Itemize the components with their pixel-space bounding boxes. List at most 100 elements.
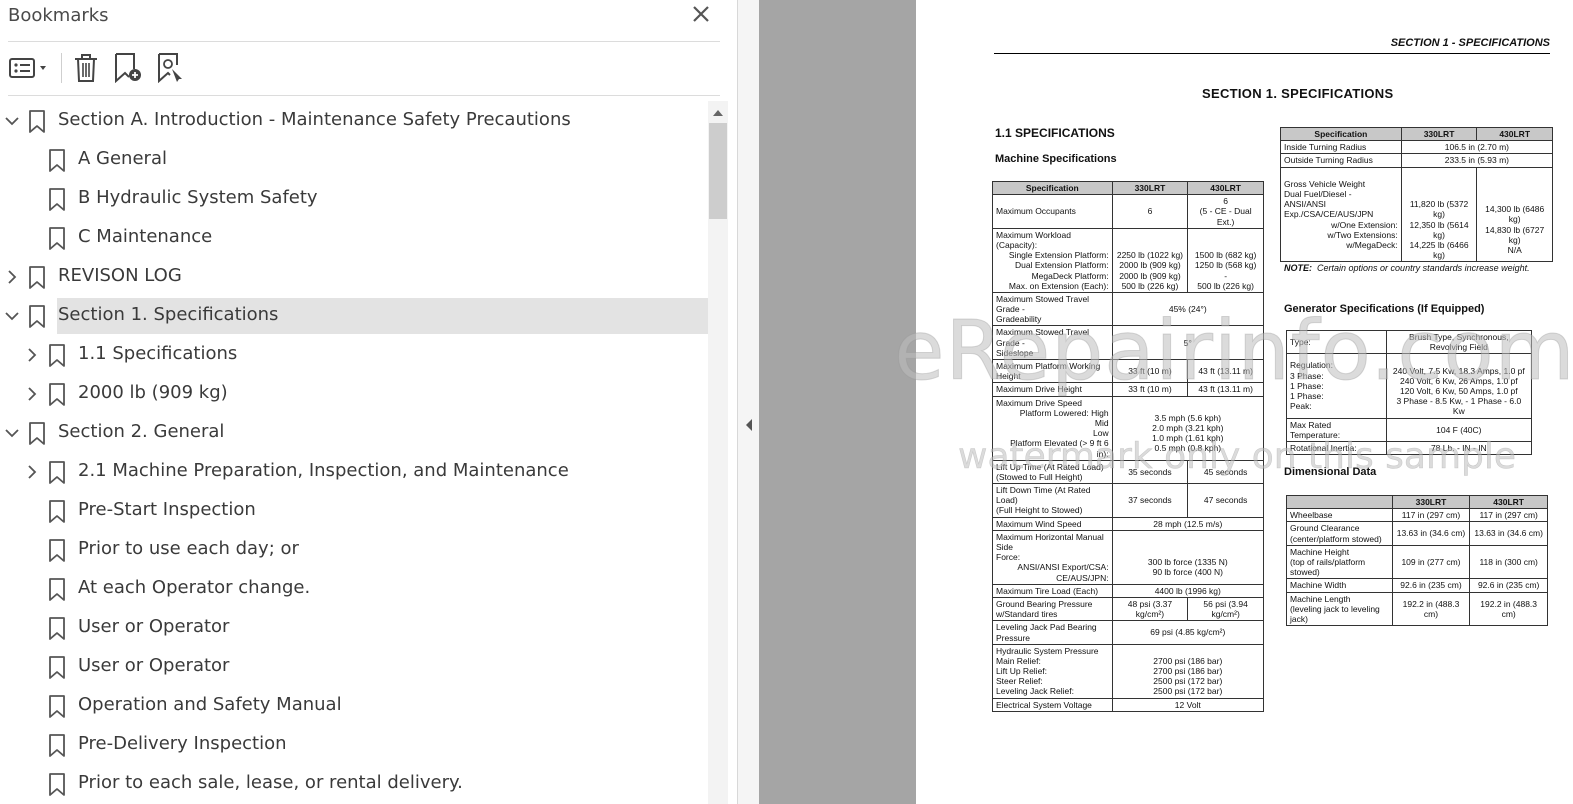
dim-value: 192.2 in (488.3 cm)	[1469, 591, 1548, 627]
bookmark-item[interactable]: 2.1 Machine Preparation, Inspection, and…	[0, 454, 708, 490]
spec-value: 6	[1111, 194, 1189, 229]
bookmark-item[interactable]: Operation and Safety Manual	[0, 688, 708, 724]
spec-value: 1500 lb (682 kg) 1250 lb (568 kg) -500 lb …	[1187, 227, 1264, 293]
bookmark-label: 2.1 Machine Preparation, Inspection, and…	[78, 460, 569, 481]
bookmark-icon	[28, 305, 46, 329]
chevron-right-icon[interactable]	[23, 463, 41, 481]
chevron-right-icon[interactable]	[23, 385, 41, 403]
header-spec: Specification	[1280, 126, 1402, 142]
chevron-down-icon[interactable]	[3, 424, 21, 442]
header-430: 430LRT	[1476, 126, 1553, 142]
spec-value: 3.5 mph (5.6 kph) 2.0 mph (3.21 kph) 1.0 m…	[1111, 395, 1265, 461]
panel-splitter[interactable]	[737, 0, 759, 804]
bookmark-item[interactable]: C Maintenance	[0, 220, 708, 256]
bookmark-label: A General	[78, 148, 167, 169]
spec-label: Gross Vehicle Weight Dual Fuel/Diesel - AN…	[1280, 166, 1402, 263]
header-430: 430LRT	[1469, 494, 1548, 510]
dim-label: Machine Width	[1286, 578, 1393, 593]
bookmark-item[interactable]: Pre-Delivery Inspection	[0, 727, 708, 763]
bookmark-tree: Section A. Introduction - Maintenance Sa…	[0, 101, 708, 804]
spec-label: Max Rated Temperature:	[1286, 417, 1387, 442]
spec-value: Brush Type, Synchronous, Revolving Field	[1385, 329, 1533, 355]
spec-value: 56 psi (3.94 kg/cm²)	[1187, 596, 1264, 622]
bookmarks-panel: Bookmarks Section A. Introduction - Main…	[0, 0, 737, 804]
spec-value: 12 Volt	[1111, 697, 1265, 712]
divider	[8, 41, 720, 42]
spec-label: Hydraulic System Pressure Main Relief: Lif…	[992, 643, 1113, 699]
chevron-down-icon[interactable]	[3, 112, 21, 130]
dim-value: 109 in (277 cm)	[1391, 544, 1471, 580]
bookmarks-scrollbar[interactable]	[708, 101, 728, 804]
spec-label: Maximum Workload (Capacity): Single Extens…	[992, 227, 1113, 293]
bookmark-add-icon	[115, 53, 141, 83]
bookmark-label: C Maintenance	[78, 226, 213, 247]
bookmark-label: User or Operator	[78, 655, 230, 676]
bookmark-item[interactable]: Section 2. General	[0, 415, 708, 451]
bookmark-label: Pre-Delivery Inspection	[78, 733, 287, 754]
bookmark-item[interactable]: A General	[0, 142, 708, 178]
header-330: 330LRT	[1111, 180, 1189, 196]
bookmark-item[interactable]: Pre-Start Inspection	[0, 493, 708, 529]
bookmark-icon	[28, 422, 46, 446]
bookmark-item[interactable]: REVISON LOG	[0, 259, 708, 295]
spec-label: Rotational Inertia:	[1286, 440, 1387, 456]
dim-label: Machine Length (leveling jack to leveling…	[1286, 591, 1393, 627]
chevron-right-icon[interactable]	[3, 268, 21, 286]
find-bookmark-button[interactable]	[155, 51, 187, 83]
bookmark-icon	[48, 227, 66, 251]
chevron-down-icon[interactable]	[3, 307, 21, 325]
delete-bookmark-button[interactable]	[71, 51, 101, 83]
bookmark-item[interactable]: At each Operator change.	[0, 571, 708, 607]
spec-value: 43 ft (13.11 m)	[1187, 382, 1264, 397]
chevron-right-icon[interactable]	[23, 346, 41, 364]
spec-label: Maximum Tire Load (Each)	[992, 583, 1113, 598]
bookmark-find-icon	[158, 53, 182, 83]
header-430: 430LRT	[1187, 180, 1264, 196]
dim-label: Wheelbase	[1286, 508, 1393, 523]
bookmark-item[interactable]: 1.1 Specifications	[0, 337, 708, 373]
options-menu-button[interactable]	[8, 51, 50, 83]
new-bookmark-button[interactable]	[112, 51, 144, 83]
machine-specs-table: Specification 330LRT 430LRT Maximum Occupa…	[992, 180, 1265, 712]
spec-value: 48 psi (3.37 kg/cm²)	[1111, 596, 1189, 622]
subsection-title: 1.1 SPECIFICATIONS	[995, 126, 1115, 140]
bookmark-item[interactable]: Section A. Introduction - Maintenance Sa…	[0, 103, 708, 139]
bookmark-label: Operation and Safety Manual	[78, 694, 342, 715]
bookmark-icon	[28, 110, 46, 134]
bookmark-icon	[48, 461, 66, 485]
bookmark-icon	[48, 773, 66, 797]
spec-label: Maximum Occupants	[992, 194, 1113, 229]
bookmark-item[interactable]: Prior to use each day; or	[0, 532, 708, 568]
bookmark-item[interactable]: User or Operator	[0, 649, 708, 685]
list-options-icon	[9, 58, 46, 78]
dim-label: Machine Height (top of rails/platform sto…	[1286, 544, 1393, 580]
collapse-panel-arrow-icon[interactable]	[743, 417, 755, 433]
document-page: SECTION 1 - SPECIFICATIONS SECTION 1. SP…	[916, 0, 1573, 804]
spec-label: Electrical System Voltage	[992, 697, 1113, 712]
bookmark-item[interactable]: B Hydraulic System Safety	[0, 181, 708, 217]
bookmark-label: Section A. Introduction - Maintenance Sa…	[58, 109, 571, 130]
bookmark-icon	[48, 617, 66, 641]
bookmark-label: Prior to each sale, lease, or rental del…	[78, 772, 463, 793]
dim-value: 13.63 in (34.6 cm)	[1391, 521, 1471, 546]
spec-value: 28 mph (12.5 m/s)	[1111, 516, 1265, 531]
scroll-up-arrow-icon[interactable]	[708, 103, 728, 123]
bookmark-icon	[48, 383, 66, 407]
bookmark-item[interactable]: Section 1. Specifications	[0, 298, 708, 334]
dim-value: 117 in (297 cm)	[1469, 508, 1548, 523]
bookmark-label: Pre-Start Inspection	[78, 499, 256, 520]
spec-label: Type:	[1286, 329, 1387, 355]
bookmark-item[interactable]: User or Operator	[0, 610, 708, 646]
spec-value: 233.5 in (5.93 m)	[1400, 153, 1554, 168]
spec-value: 106.5 in (2.70 m)	[1400, 140, 1554, 155]
bookmark-item[interactable]: 2000 lb (909 kg)	[0, 376, 708, 412]
bookmark-item[interactable]: Prior to each sale, lease, or rental del…	[0, 766, 708, 802]
panel-title: Bookmarks	[8, 5, 109, 26]
header-spec: Specification	[992, 180, 1113, 196]
close-icon[interactable]	[689, 2, 713, 26]
bookmark-label: Section 1. Specifications	[58, 304, 279, 325]
scroll-thumb[interactable]	[709, 123, 727, 219]
bookmark-label: B Hydraulic System Safety	[78, 187, 318, 208]
machine-specs-title: Machine Specifications	[995, 153, 1117, 165]
dimensional-title: Dimensional Data	[1284, 466, 1377, 478]
